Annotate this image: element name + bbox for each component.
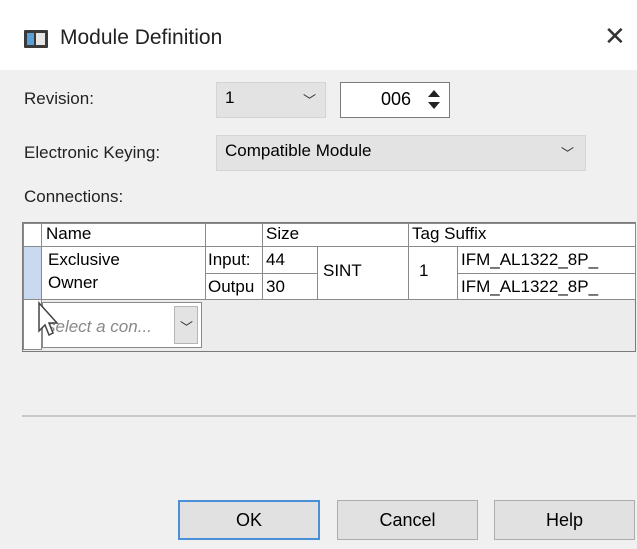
input-size: 44 [266, 250, 285, 269]
connection-name-line2: Owner [48, 273, 99, 292]
spin-updown-icon[interactable] [423, 87, 445, 113]
output-size-cell[interactable]: 30 [262, 273, 318, 300]
keying-value: Compatible Module [225, 141, 372, 160]
revision-major-value: 1 [225, 88, 235, 107]
help-button[interactable]: Help [494, 500, 635, 540]
header-tag-suffix[interactable]: Tag Suffix [408, 223, 636, 247]
connections-label: Connections: [24, 187, 124, 206]
window-title: Module Definition [60, 26, 223, 49]
spin-up-icon[interactable] [428, 90, 440, 97]
header-name[interactable]: Name [41, 223, 206, 247]
revision-major-select[interactable]: 1 ﹀ [216, 82, 326, 118]
header-tag-suffix-label: Tag Suffix [412, 224, 487, 243]
input-tag: IFM_AL1322_8P_ [461, 250, 599, 269]
new-connection-select[interactable]: select a con... ﹀ [42, 302, 202, 348]
new-connection-placeholder: select a con... [47, 317, 152, 336]
connection-name-cell[interactable]: Exclusive Owner [41, 246, 206, 300]
header-name-label: Name [46, 224, 92, 243]
mouse-pointer-icon [38, 301, 59, 337]
grid-corner [23, 223, 42, 247]
output-tag-cell[interactable]: IFM_AL1322_8P_ [457, 273, 636, 300]
header-size[interactable]: Size [262, 223, 409, 247]
header-blank [205, 223, 263, 247]
output-size: 30 [266, 277, 285, 296]
output-label: Outpu [208, 277, 255, 296]
keying-label: Electronic Keying: [24, 143, 161, 162]
close-icon[interactable]: ✕ [604, 23, 626, 49]
data-type-cell[interactable]: SINT [317, 246, 409, 300]
separator [22, 415, 636, 417]
module-definition-icon [24, 30, 48, 48]
cancel-button[interactable]: Cancel [337, 500, 478, 540]
chevron-down-icon: ﹀ [180, 320, 194, 335]
ok-button[interactable]: OK [178, 500, 320, 540]
chevron-down-icon: ﹀ [303, 93, 317, 108]
rpi-value: 1 [419, 261, 429, 280]
output-label-cell: Outpu [205, 273, 263, 300]
revision-minor-value: 006 [380, 89, 411, 109]
revision-label: Revision: [24, 89, 94, 108]
connection-name-line1: Exclusive [48, 250, 120, 269]
title-bar: Module Definition ✕ [0, 0, 637, 70]
header-size-label: Size [266, 224, 300, 243]
row-selector[interactable] [23, 246, 42, 300]
spin-down-icon[interactable] [428, 102, 440, 109]
rpi-cell[interactable]: 1 [408, 246, 458, 300]
chevron-down-icon: ﹀ [561, 146, 575, 161]
input-label: Input: [208, 250, 251, 269]
output-tag: IFM_AL1322_8P_ [461, 277, 599, 296]
input-size-cell[interactable]: 44 [262, 246, 318, 274]
revision-minor-spinner[interactable]: 006 [340, 82, 450, 118]
new-connection-dropdown-button[interactable]: ﹀ [174, 306, 198, 344]
input-tag-cell[interactable]: IFM_AL1322_8P_ [457, 246, 636, 274]
keying-select[interactable]: Compatible Module ﹀ [216, 135, 586, 171]
input-label-cell: Input: [205, 246, 263, 274]
data-type: SINT [323, 261, 362, 280]
